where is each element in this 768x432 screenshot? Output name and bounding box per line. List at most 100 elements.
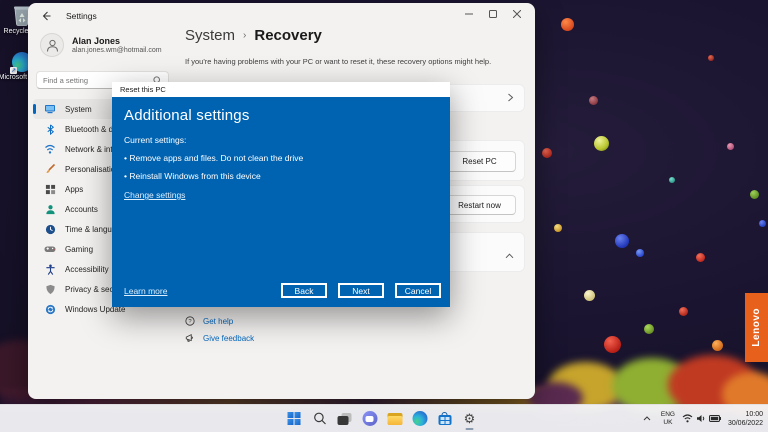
paint-drop: [696, 253, 705, 262]
change-settings-link[interactable]: Change settings: [124, 190, 185, 200]
wifi-globe-icon: [44, 143, 56, 155]
help-icon: ?: [185, 316, 195, 326]
chevron-up-icon: [643, 416, 651, 421]
page-description: If you're having problems with your PC o…: [185, 57, 492, 66]
dialog-title: Reset this PC: [120, 85, 166, 94]
battery-icon: [708, 415, 721, 422]
svg-text:?: ?: [188, 319, 192, 325]
person-icon: [46, 39, 58, 52]
task-view-icon: [337, 412, 352, 425]
paint-drop: [644, 324, 654, 334]
clock[interactable]: 10:00 30/06/2022: [728, 410, 763, 428]
search-icon: [313, 412, 326, 425]
lenovo-badge: Lenovo: [745, 293, 768, 362]
desktop: Recycle Bin ↗ Microsoft Edge Lenovo Sett…: [0, 0, 768, 432]
active-app-indicator: [465, 427, 474, 430]
back-button[interactable]: [40, 10, 52, 22]
file-explorer-button[interactable]: [383, 407, 407, 431]
close-icon: [513, 9, 521, 18]
user-email: alan.jones.wm@hotmail.com: [72, 47, 162, 54]
paint-drop: [669, 177, 675, 183]
window-titlebar: Settings: [40, 10, 97, 22]
language-line2: UK: [663, 418, 673, 426]
clock-icon: [44, 223, 56, 235]
dialog-footer: Learn more Back Next Cancel: [124, 283, 441, 298]
setting-bullet: Remove apps and files. Do not clean the …: [124, 153, 438, 163]
windows-logo-icon: [287, 411, 302, 426]
get-help-label: Get help: [203, 316, 234, 326]
paint-drop: [554, 224, 562, 232]
reset-pc-dialog: Reset this PC Additional settings Curren…: [112, 82, 450, 307]
paint-drop: [542, 148, 552, 158]
page-title: Recovery: [254, 27, 322, 44]
cancel-button-dialog[interactable]: Cancel: [395, 283, 441, 298]
bluetooth-icon: [44, 123, 56, 135]
taskbar: ⚙ ENG UK 10:00 30/06/2022: [0, 404, 768, 432]
taskbar-search-button[interactable]: [308, 407, 332, 431]
status-icons[interactable]: [682, 414, 721, 423]
system-icon: [44, 103, 56, 115]
hidden-icons-button[interactable]: [640, 412, 654, 426]
paint-drop: [679, 307, 688, 316]
maximize-button[interactable]: [481, 6, 505, 21]
setting-bullet: Reinstall Windows from this device: [124, 171, 438, 181]
apps-grid-icon: [44, 183, 56, 195]
learn-more-link[interactable]: Learn more: [124, 286, 167, 296]
system-tray: ENG UK 10:00 30/06/2022: [640, 405, 763, 432]
get-help-link[interactable]: ? Get help: [185, 316, 233, 326]
next-button-dialog[interactable]: Next: [338, 283, 384, 298]
chevron-right-icon: [507, 89, 514, 107]
sidebar-item-label: Accessibility: [65, 264, 109, 274]
edge-button[interactable]: [408, 407, 432, 431]
store-icon: [438, 412, 452, 425]
dialog-titlebar: Reset this PC: [112, 82, 450, 97]
user-account-block[interactable]: Alan Jones alan.jones.wm@hotmail.com: [40, 33, 162, 57]
edge-icon: [412, 411, 428, 426]
accessibility-person-icon: [44, 263, 56, 275]
tray-date: 30/06/2022: [727, 419, 763, 427]
user-name: Alan Jones: [72, 36, 121, 46]
avatar: [40, 33, 64, 57]
language-indicator[interactable]: ENG UK: [661, 411, 675, 427]
close-button[interactable]: [505, 6, 529, 21]
breadcrumb-separator: ›: [243, 30, 247, 41]
store-button[interactable]: [433, 407, 457, 431]
sidebar-item-label: Apps: [65, 184, 84, 194]
breadcrumb-parent[interactable]: System: [185, 27, 235, 44]
window-controls: [457, 6, 529, 21]
reset-pc-button[interactable]: Reset PC: [443, 151, 516, 172]
back-arrow-icon: [42, 11, 51, 21]
sidebar-item-label: System: [65, 104, 92, 114]
gamepad-icon: [44, 243, 56, 255]
minimize-icon: [465, 13, 473, 14]
start-button[interactable]: [283, 407, 307, 431]
paint-drop: [561, 18, 574, 31]
taskbar-center: ⚙: [283, 405, 482, 432]
megaphone-icon: [185, 333, 193, 342]
wifi-icon: [682, 414, 693, 423]
paint-drop: [708, 55, 714, 61]
paint-drop: [727, 143, 734, 150]
paint-drop: [759, 220, 766, 227]
settings-taskbar-button[interactable]: ⚙: [458, 407, 482, 431]
gear-icon: ⚙: [463, 411, 476, 426]
selection-indicator: [33, 104, 36, 114]
paint-drop: [615, 234, 629, 248]
give-feedback-link[interactable]: Give feedback: [185, 333, 254, 343]
minimize-button[interactable]: [457, 6, 481, 21]
sidebar-item-label: Accounts: [65, 204, 98, 214]
tray-time: 10:00: [745, 410, 763, 418]
shield-icon: [44, 283, 56, 295]
paint-drop: [584, 290, 595, 301]
lenovo-badge-text: Lenovo: [751, 308, 762, 347]
restart-now-button[interactable]: Restart now: [443, 195, 516, 215]
folder-icon: [387, 412, 403, 425]
paint-drop: [589, 96, 598, 105]
shortcut-arrow-icon: ↗: [10, 67, 17, 74]
back-button-dialog[interactable]: Back: [281, 283, 327, 298]
chat-button[interactable]: [358, 407, 382, 431]
task-view-button[interactable]: [333, 407, 357, 431]
breadcrumb: System › Recovery: [185, 27, 322, 44]
paint-drop: [750, 190, 759, 199]
language-line1: ENG: [660, 410, 675, 418]
